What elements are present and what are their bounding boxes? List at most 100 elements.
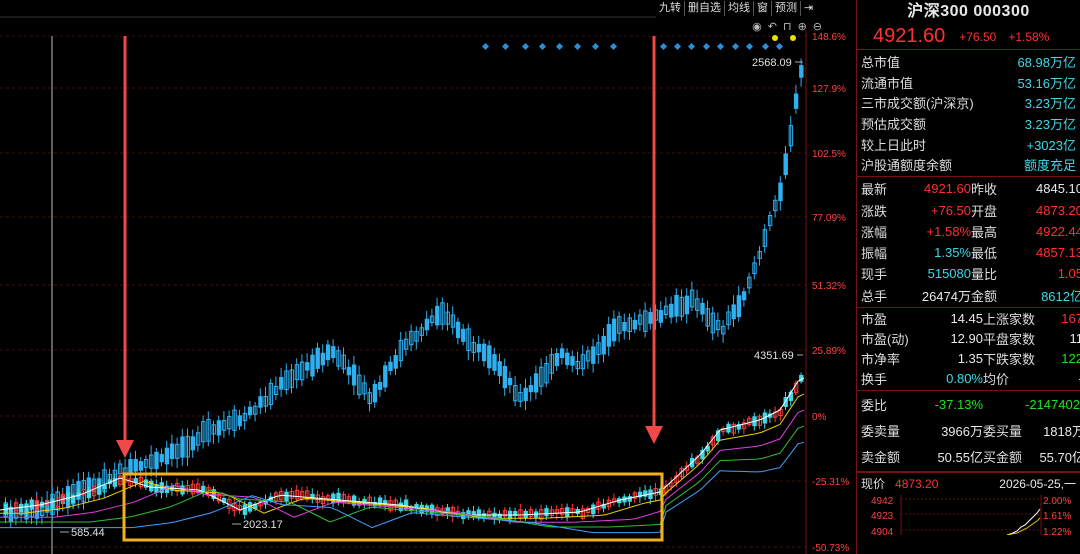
upper-candle [331,346,336,359]
signal-diamond [609,42,618,51]
mini-chart-svg: 4942 4923 4904 2.00% 1.61% 1.22% [871,494,1071,535]
jiuzhuan-button[interactable]: 九转 [656,1,685,16]
lower-candle [164,485,170,493]
valuation-row: 市盈(动) 12.90 平盘家数 11 [861,331,1080,348]
lower-high-label: 4351.69 [754,350,794,362]
upper-candle [570,356,575,366]
lock-icon[interactable]: ⊓ [783,20,792,33]
upper-candle [799,65,804,78]
upper-candle [424,318,430,331]
signal-diamond [761,42,770,51]
signal-diamond [702,42,711,51]
stat-row[interactable]: 总市值 68.98万亿 [857,51,1080,72]
eye-icon[interactable]: ◉ [752,20,762,33]
upper-candle [622,322,627,332]
lower-candle [591,504,596,515]
stat-row[interactable]: 流通市值 53.16万亿 [857,72,1080,93]
quote-row: 涨跌 +76.50 开盘 4873.20 [861,202,1080,219]
stat-row[interactable]: 较上日此时 +3023亿 [857,134,1080,155]
svg-text:2.00%: 2.00% [1043,496,1071,507]
upper-candle [128,459,133,474]
upper-candle [487,345,492,369]
upper-candle [279,376,284,390]
kline-chart-area[interactable]: 148.6% 127.9% 102.5% 77.09% 51.32% 25.89% 0% -2… [0,0,856,554]
kline-chart[interactable]: 148.6%127.9%102.5%77.09%51.32%25.89%0%-2… [0,0,856,554]
orderbook-row: 委卖量 3966万 委买量 1818万 [861,424,1080,440]
orderbook-row: 委比-37.13%-21474020 [861,397,1080,414]
upper-candle [315,347,320,369]
axis-tick-label: -25.31% [812,477,849,488]
upper-candle [310,354,315,377]
last-price: 4921.60 [873,25,946,47]
quote-row: 涨幅 +1.58% 最高 4922.44 [861,223,1080,240]
upper-candle [258,396,263,408]
svg-text:4904: 4904 [871,527,894,535]
upper-candle [216,420,222,436]
upper-candle [783,153,788,176]
upper-candle [133,458,138,472]
upper-candle [502,366,508,389]
upper-candle [237,415,242,427]
undo-icon[interactable]: ↶ [768,20,777,33]
quote-panel: 沪深300 000300 4921.60 +76.50 +1.58% 总市值 68… [856,0,1080,554]
upper-candle [497,361,502,377]
intraday-mini-chart[interactable]: 现价 4873.20 2026-05-25,一 4942 4923 4904 2… [857,471,1080,535]
upper-candle [388,361,393,372]
signal-diamond [659,42,668,51]
upper-candle [138,461,144,471]
axis-tick-label: 25.89% [812,346,846,357]
upper-candle [658,309,664,323]
moving-average-button[interactable]: 均线 [725,1,754,16]
stat-row[interactable]: 预估成交额 3.23万亿 [857,113,1080,134]
upper-candle [565,352,570,366]
upper-candle [393,355,398,369]
upper-candle [320,352,326,366]
upper-candle [455,321,461,339]
price-change: +76.50 [959,29,997,44]
upper-candle [684,295,690,315]
upper-high-label: 2568.09 [752,57,792,69]
lower-candle [29,499,34,510]
upper-low-label: 585.44 [71,527,105,539]
upper-candle [351,364,357,386]
upper-candle [305,362,310,371]
upper-candle [461,328,466,342]
market-stats: 总市值 68.98万亿 流通市值 53.16万亿 三市成交额(沪深京) 3.23万亿 … [857,50,1080,178]
forecast-button[interactable]: 预测 [772,1,801,16]
signal-diamond [591,42,600,51]
signal-diamond [687,42,696,51]
window-button[interactable]: 窗 [754,1,772,16]
zoom-in-icon[interactable]: ⊕ [798,20,807,33]
upper-candle [741,291,747,301]
lower-candle [65,492,71,501]
svg-text:1.61%: 1.61% [1043,511,1071,522]
upper-candle [611,318,617,342]
lower-candle [24,503,29,513]
quote-row: 最新 4921.60 昨收 4845.10 [861,181,1080,198]
upper-candle [164,447,170,465]
upper-candle [325,344,331,361]
zoom-out-icon[interactable]: ⊖ [813,20,822,33]
collapse-panel-icon[interactable]: ⇥ [801,1,816,16]
lower-low-label: 2023.17 [243,519,283,531]
upper-candle [601,335,606,355]
upper-candle [435,305,440,326]
signal-diamond [716,42,725,51]
lower-candle [403,499,409,510]
upper-candle [159,453,164,463]
upper-candle [154,451,159,470]
stat-row[interactable]: 三市成交额(沪深京) 3.23万亿 [857,92,1080,113]
price-line: 4921.60 +76.50 +1.58% [857,24,1080,50]
lower-candle [50,498,55,509]
orderbook-row: 卖金额 50.55亿 买金额 55.70亿 [861,450,1080,466]
axis-tick-label: 127.9% [812,84,846,95]
upper-candle [180,436,185,458]
quote-table: 最新 4921.60 昨收 4845.10 涨跌 +76.50 开盘 4873.20 涨幅 +… [857,177,1080,308]
upper-candle [247,406,253,416]
signal-diamond [573,42,582,51]
upper-candle [346,366,352,376]
upper-candle [731,304,736,320]
stat-row[interactable]: 沪股通额度余额 额度充足 [857,154,1080,175]
signal-diamond [775,42,784,51]
remove-favorite-button[interactable]: 删自选 [685,1,725,16]
